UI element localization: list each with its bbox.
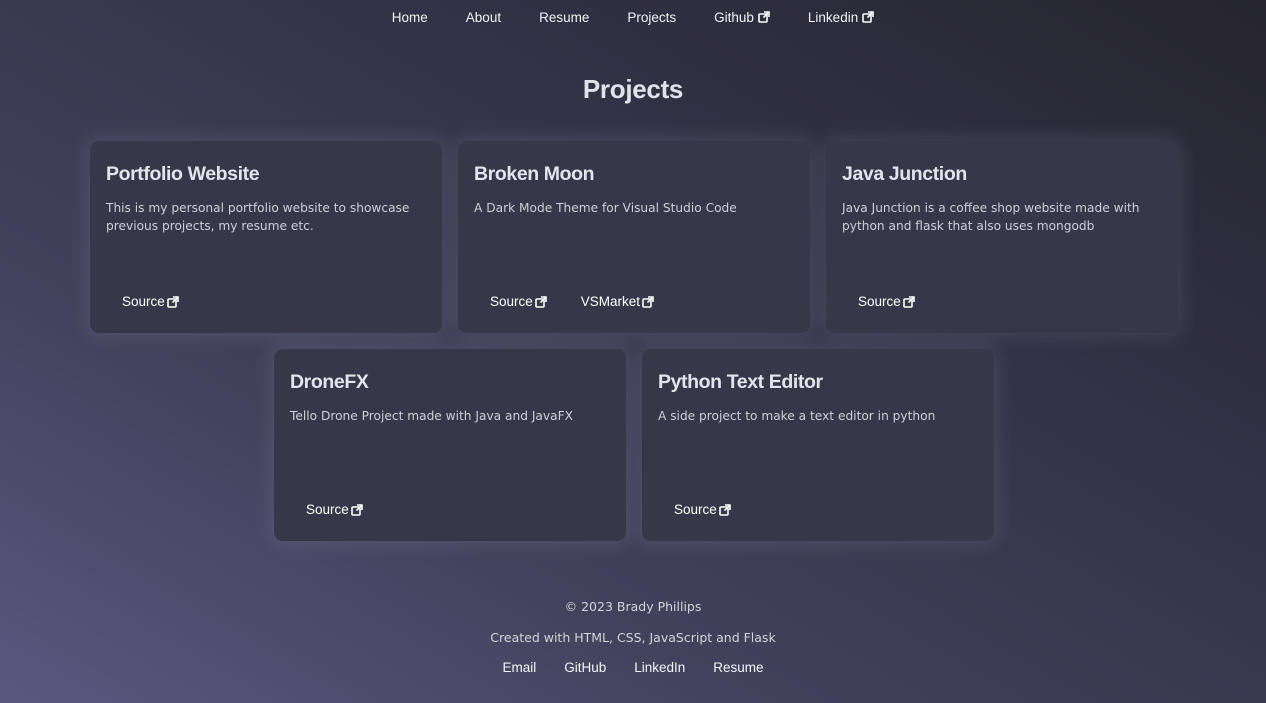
credits-text: Created with HTML, CSS, JavaScript and F… (490, 630, 776, 645)
nav-label: Github (714, 9, 754, 25)
source-link[interactable]: Source (122, 294, 179, 309)
external-link-icon (718, 503, 731, 516)
copyright-text: © 2023 Brady Phillips (564, 599, 702, 614)
external-link-icon (862, 11, 875, 23)
external-link-icon (902, 295, 915, 308)
page-title: Projects (582, 74, 684, 104)
nav-label: Linkedin (807, 9, 859, 25)
top-nav: Home About Resume Projects Github Linked… (0, 0, 1266, 34)
external-link-icon (534, 295, 547, 308)
external-link-icon (350, 503, 363, 516)
project-description: This is my personal portfolio website to… (106, 201, 410, 233)
project-links: Source (122, 294, 213, 309)
nav-linkedin-link[interactable]: Linkedin (789, 10, 893, 25)
source-link[interactable]: Source (490, 294, 547, 309)
footer-github-link[interactable]: GitHub (550, 660, 620, 675)
external-link-icon (642, 295, 654, 308)
project-description: A Dark Mode Theme for Visual Studio Code (474, 201, 737, 215)
project-title: Broken Moon (474, 163, 595, 185)
vsmarket-link[interactable]: VSMarket (581, 294, 654, 309)
vsmarket-link-label: VSMarket (580, 294, 641, 309)
footer-links: Email GitHub LinkedIn Resume (0, 660, 1266, 675)
project-card-java-junction: Java Junction Java Junction is a coffee … (826, 141, 1178, 333)
project-title: DroneFX (290, 371, 369, 393)
project-description: Java Junction is a coffee shop website m… (842, 201, 1140, 233)
nav-label: About (465, 9, 502, 25)
project-links: Source VSMarket (490, 294, 688, 309)
footer-email-link[interactable]: Email (488, 660, 550, 675)
nav-home-link[interactable]: Home (373, 10, 447, 25)
source-link-label: Source (858, 294, 901, 309)
footer-resume-link[interactable]: Resume (699, 660, 777, 675)
nav-resume-link[interactable]: Resume (520, 10, 608, 25)
source-link[interactable]: Source (858, 294, 915, 309)
source-link[interactable]: Source (306, 502, 363, 517)
footer-linkedin-link[interactable]: LinkedIn (620, 660, 699, 675)
source-link-label: Source (490, 294, 533, 309)
external-link-icon (758, 11, 770, 23)
project-links: Source (858, 294, 949, 309)
nav-github-link[interactable]: Github (695, 10, 789, 25)
nav-label: Projects (627, 9, 677, 25)
source-link-label: Source (306, 502, 349, 517)
project-title: Python Text Editor (658, 371, 823, 393)
nav-label: Home (391, 9, 428, 25)
project-description: A side project to make a text editor in … (658, 409, 936, 423)
project-card-portfolio-website: Portfolio Website This is my personal po… (90, 141, 442, 333)
project-links: Source (306, 502, 397, 517)
nav-about-link[interactable]: About (447, 10, 520, 25)
project-card-dronefx: DroneFX Tello Drone Project made with Ja… (274, 349, 626, 541)
project-card-python-text-editor: Python Text Editor A side project to mak… (642, 349, 994, 541)
project-title: Portfolio Website (106, 163, 260, 185)
footer: © 2023 Brady Phillips Created with HTML,… (0, 598, 1266, 675)
source-link[interactable]: Source (674, 502, 731, 517)
nav-projects-link[interactable]: Projects (608, 10, 695, 25)
project-title: Java Junction (842, 163, 967, 185)
external-link-icon (166, 295, 179, 308)
project-links: Source (674, 502, 765, 517)
source-link-label: Source (122, 294, 165, 309)
nav-label: Resume (539, 9, 590, 25)
project-description: Tello Drone Project made with Java and J… (290, 409, 573, 423)
source-link-label: Source (674, 502, 717, 517)
project-card-broken-moon: Broken Moon A Dark Mode Theme for Visual… (458, 141, 810, 333)
